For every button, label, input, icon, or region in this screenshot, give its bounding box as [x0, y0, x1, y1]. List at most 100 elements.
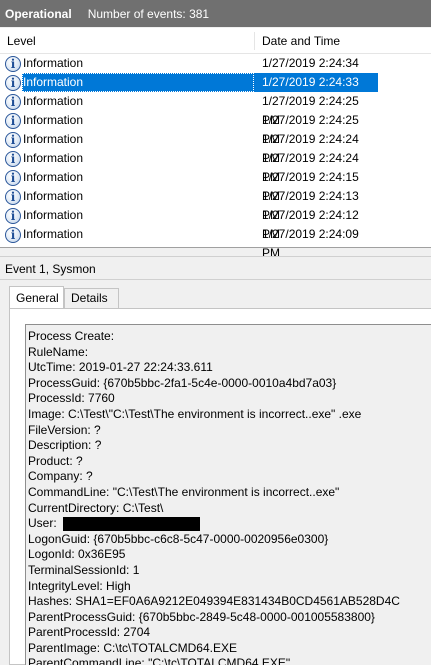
event-level: Information [23, 94, 84, 108]
event-detail-line: ProcessId: 7760 [28, 391, 431, 407]
event-detail-text: FileVersion: ? [28, 422, 101, 437]
log-title: Operational [5, 6, 72, 21]
event-detail-line: CurrentDirectory: C:\Test\ [28, 501, 431, 517]
information-icon: i [5, 75, 21, 91]
event-count: Number of events: 381 [87, 6, 210, 21]
information-icon: i [5, 189, 21, 205]
event-row[interactable]: i Information 1/27/2019 2:24:33 PM [0, 73, 431, 108]
event-detail-text: Product: ? [28, 453, 83, 468]
event-detail-line: ParentProcessGuid: {670b5bbc-2849-5c48-0… [28, 610, 431, 626]
event-date-time: 1/27/2019 2:24:25 PM [262, 94, 359, 127]
event-detail-line: Image: C:\Test\"C:\Test\The environment … [28, 407, 431, 423]
event-level: Information [23, 113, 84, 127]
event-date-time: 1/27/2019 2:24:15 PM [262, 170, 359, 203]
column-header-date[interactable]: Date and Time [262, 28, 340, 54]
event-description-lines: Process Create: RuleName: UtcTime: 2019-01… [28, 329, 431, 665]
event-detail-text: LogonId: 0x36E95 [28, 547, 126, 562]
event-detail-line: TerminalSessionId: 1 [28, 563, 431, 579]
event-detail-text: RuleName: [28, 344, 89, 359]
event-date-time: 1/27/2019 2:24:25 PM [262, 113, 359, 146]
event-detail-text: Process Create: [28, 329, 115, 343]
general-tab-panel: Process Create: RuleName: UtcTime: 2019-01… [9, 308, 431, 665]
event-row[interactable]: i Information 1/27/2019 2:24:25 PM [0, 92, 431, 127]
event-detail-text: User: [28, 516, 57, 531]
event-detail-line: FileVersion: ? [28, 423, 431, 439]
event-detail-text: Company: ? [28, 469, 93, 484]
event-row[interactable]: i Information 1/27/2019 2:24:24 PM [0, 149, 431, 184]
event-detail-text: ProcessId: 7760 [28, 391, 115, 406]
event-detail-line: ParentImage: C:\tc\TOTALCMD64.EXE [28, 641, 431, 657]
event-detail-line: UtcTime: 2019-01-27 22:24:33.611 [28, 360, 431, 376]
column-divider[interactable] [254, 32, 255, 50]
information-icon: i [5, 170, 21, 186]
event-level: Information [23, 208, 84, 222]
event-date-time: 1/27/2019 2:24:24 PM [262, 132, 359, 165]
event-date-time: 1/27/2019 2:24:33 PM [254, 73, 378, 108]
event-detail-text: Hashes: SHA1=EF0A6A9212E049394E831434B0C… [28, 594, 400, 609]
column-header-level[interactable]: Level [7, 28, 36, 54]
event-list-header: Level Date and Time [0, 28, 431, 54]
event-level: Information [22, 73, 254, 92]
event-date-time: 1/27/2019 2:24:12 PM [262, 208, 359, 241]
event-date-time: 1/27/2019 2:24:24 PM [262, 151, 359, 184]
event-details-title: Event 1, Sysmon [0, 256, 431, 280]
tab-general[interactable]: General [9, 286, 64, 310]
event-date-time: 1/27/2019 2:24:34 PM [262, 56, 359, 89]
event-detail-text: ParentImage: C:\tc\TOTALCMD64.EXE [28, 640, 237, 655]
event-detail-line: Hashes: SHA1=EF0A6A9212E049394E831434B0C… [28, 594, 431, 610]
event-row[interactable]: i Information 1/27/2019 2:24:09 PM [0, 225, 431, 260]
event-description-textbox[interactable]: Process Create: RuleName: UtcTime: 2019-01… [25, 324, 431, 665]
information-icon: i [5, 113, 21, 129]
event-detail-line: IntegrityLevel: High [28, 579, 431, 595]
event-detail-text: ProcessGuid: {670b5bbc-2fa1-5c4e-0000-00… [28, 375, 337, 390]
event-detail-line: ParentProcessId: 2704 [28, 625, 431, 641]
event-date-time: 1/27/2019 2:24:13 PM [262, 189, 359, 222]
information-icon: i [5, 56, 21, 72]
event-row[interactable]: i Information 1/27/2019 2:24:13 PM [0, 187, 431, 222]
event-list[interactable]: Level Date and Time i Information 1/27/201… [0, 28, 431, 260]
event-detail-text: ParentProcessGuid: {670b5bbc-2849-5c48-0… [28, 609, 375, 624]
event-level: Information [23, 189, 84, 203]
tab-details[interactable]: Details [64, 288, 119, 309]
event-row[interactable]: i Information 1/27/2019 2:24:25 PM [0, 111, 431, 146]
event-row[interactable]: i Information 1/27/2019 2:24:24 PM [0, 130, 431, 165]
event-detail-line: LogonGuid: {670b5bbc-c6c8-5c47-0000-0020… [28, 532, 431, 548]
event-detail-line: Company: ? [28, 469, 431, 485]
event-rows: iInformation1/27/2019 2:24:34 PMiInforma… [0, 54, 431, 260]
event-level: Information [23, 170, 84, 184]
event-detail-text: UtcTime: 2019-01-27 22:24:33.611 [28, 360, 213, 375]
information-icon: i [5, 208, 21, 224]
event-detail-text: ParentCommandLine: "C:\tc\TOTALCMD64.EXE… [28, 656, 291, 665]
information-icon: i [5, 132, 21, 148]
information-icon: i [5, 151, 21, 167]
event-row[interactable]: iInformation 1/27/2019 2:24:34 PM [0, 54, 431, 89]
event-date-time: 1/27/2019 2:24:09 PM [262, 227, 359, 260]
event-level: Information [23, 56, 84, 70]
information-icon: i [5, 227, 21, 243]
event-row[interactable]: i Information 1/27/2019 2:24:12 PM [0, 206, 431, 241]
event-detail-text: TerminalSessionId: 1 [28, 562, 140, 577]
event-detail-line: ParentCommandLine: "C:\tc\TOTALCMD64.EXE… [28, 656, 431, 665]
event-detail-line: Description: ? [28, 438, 431, 454]
event-detail-line: RuleName: [28, 345, 431, 361]
event-level: Information [23, 151, 84, 165]
event-row[interactable]: i Information 1/27/2019 2:24:15 PM [0, 168, 431, 203]
log-header-bar: Operational Number of events: 381 [0, 0, 431, 27]
event-detail-line: LogonId: 0x36E95 [28, 547, 431, 563]
event-detail-line: Process Create: [28, 329, 431, 345]
event-detail-line: Product: ? [28, 454, 431, 470]
event-detail-line: ProcessGuid: {670b5bbc-2fa1-5c4e-0000-00… [28, 376, 431, 392]
event-detail-text: IntegrityLevel: High [28, 578, 131, 593]
event-level: Information [23, 132, 84, 146]
event-detail-text: Description: ? [28, 438, 102, 453]
event-detail-line: User: [28, 516, 431, 532]
event-detail-text: CommandLine: "C:\Test\The environment is… [28, 484, 340, 499]
redacted-user-block [62, 516, 200, 531]
event-detail-text: Image: C:\Test\"C:\Test\The environment … [28, 406, 362, 421]
event-level: Information [23, 227, 84, 241]
event-detail-line: CommandLine: "C:\Test\The environment is… [28, 485, 431, 501]
event-detail-text: ParentProcessId: 2704 [28, 625, 151, 640]
event-detail-text: CurrentDirectory: C:\Test\ [28, 500, 164, 515]
event-detail-text: LogonGuid: {670b5bbc-c6c8-5c47-0000-0020… [28, 531, 329, 546]
information-icon: i [5, 94, 21, 110]
